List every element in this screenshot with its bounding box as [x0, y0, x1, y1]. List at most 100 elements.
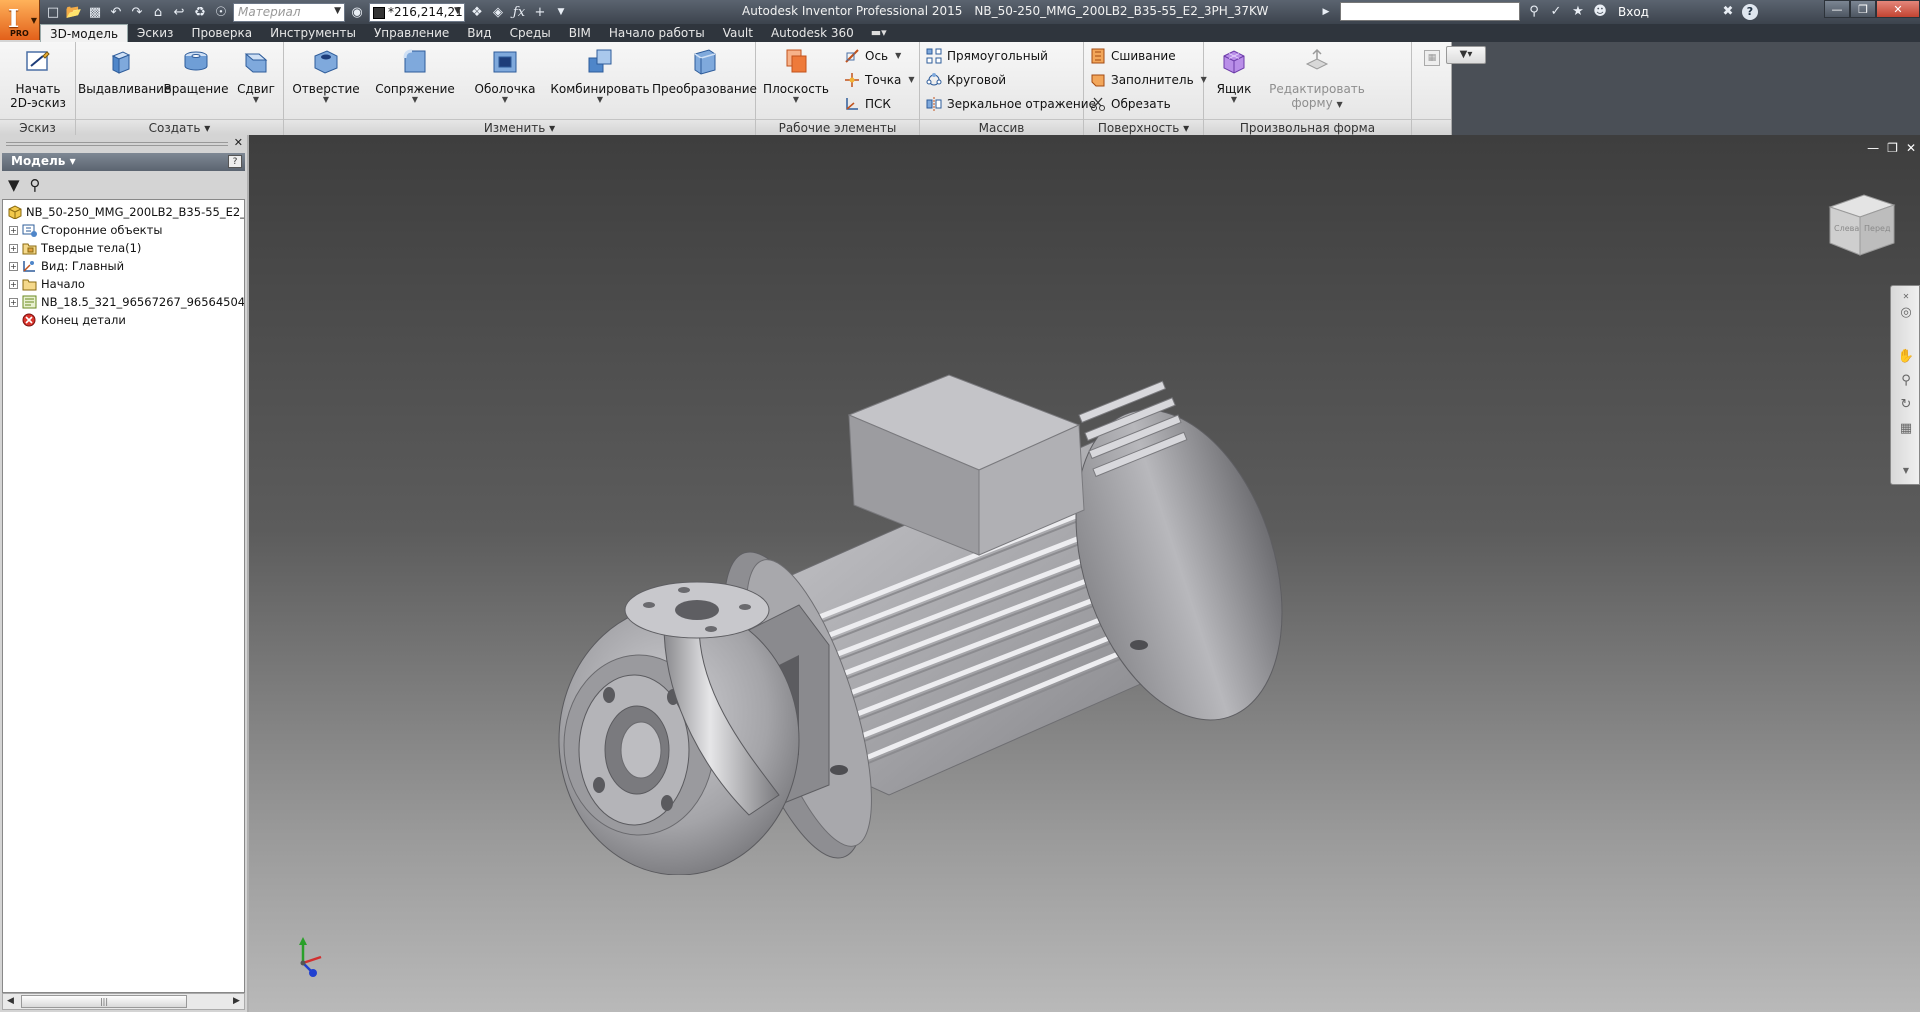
- browser-help-icon[interactable]: ?: [228, 155, 242, 168]
- browser-horizontal-scrollbar[interactable]: ◀ ||| ▶: [2, 993, 245, 1010]
- graphics-viewport[interactable]: — ❐ ✕ Слева Перед ✕ ◎ ✋ ⚲ ↻ ▦ ▼: [247, 135, 1920, 1012]
- viewport-close-icon[interactable]: ✕: [1906, 141, 1916, 155]
- measure-icon[interactable]: +: [531, 3, 549, 21]
- material-select[interactable]: Материал ▼: [233, 2, 345, 22]
- tab-inspect[interactable]: Проверка: [182, 24, 261, 42]
- tab-environments[interactable]: Среды: [501, 24, 560, 42]
- steering-wheel-icon[interactable]: ◎: [1897, 304, 1915, 322]
- point-button[interactable]: Точка ▼: [844, 72, 915, 88]
- panel-title-modify[interactable]: Изменить ▾: [284, 119, 755, 135]
- tree-node-end-of-part[interactable]: Конец детали: [22, 311, 126, 329]
- expand-icon[interactable]: +: [9, 261, 18, 271]
- tab-autodesk-360[interactable]: Autodesk 360: [762, 24, 863, 42]
- scroll-left-icon[interactable]: ◀: [3, 994, 18, 1009]
- viewport-restore-icon[interactable]: ❐: [1887, 141, 1898, 155]
- tree-node-origin[interactable]: + Начало: [9, 275, 85, 293]
- tab-bim[interactable]: BIM: [560, 24, 600, 42]
- adjust-icon[interactable]: ◈: [489, 3, 507, 21]
- scroll-right-icon[interactable]: ▶: [229, 994, 244, 1009]
- panel-title-create[interactable]: Создать ▾: [76, 119, 283, 135]
- tree-node-root[interactable]: NB_50-250_MMG_200LB2_B35-55_E2_3PH_37KW: [7, 203, 244, 221]
- find-binoculars-icon[interactable]: ⚲: [30, 176, 41, 194]
- patch-button[interactable]: Заполнитель ▼: [1090, 72, 1207, 88]
- binoculars-icon[interactable]: ⚲: [1526, 4, 1542, 19]
- box-button[interactable]: Ящик ▼: [1206, 46, 1262, 104]
- extrude-button[interactable]: Выдавливание: [78, 46, 171, 96]
- tree-node-view[interactable]: + Вид: Главный: [9, 257, 124, 275]
- plane-button[interactable]: Плоскость ▼: [760, 46, 832, 104]
- tree-node-third-party[interactable]: + Сторонние объекты: [9, 221, 162, 239]
- browser-grip[interactable]: ✕: [2, 136, 245, 151]
- expand-icon[interactable]: +: [9, 279, 18, 289]
- customize-icon[interactable]: ▼: [552, 3, 570, 21]
- pan-hand-icon[interactable]: ✋: [1897, 348, 1915, 366]
- help-search-input[interactable]: [1340, 2, 1520, 21]
- pump-model-3d[interactable]: [449, 325, 1309, 875]
- subscription-icon[interactable]: ✓: [1548, 4, 1564, 19]
- orbit-icon[interactable]: ↻: [1897, 396, 1915, 414]
- tab-3d-model[interactable]: 3D-модель: [40, 24, 129, 42]
- hole-button[interactable]: Отверстие ▼: [284, 46, 368, 104]
- zoom-icon[interactable]: ⚲: [1897, 372, 1915, 390]
- tab-get-started[interactable]: Начало работы: [600, 24, 714, 42]
- close-browser-icon[interactable]: ✕: [234, 136, 243, 149]
- circular-pattern-button[interactable]: Круговой: [926, 72, 1006, 88]
- tab-tools[interactable]: Инструменты: [261, 24, 365, 42]
- combine-button[interactable]: Комбинировать ▼: [548, 46, 652, 104]
- start-2d-sketch-button[interactable]: Начать 2D-эскиз: [4, 46, 72, 110]
- look-at-icon[interactable]: ▦: [1897, 420, 1915, 438]
- appearance-icon[interactable]: ◉: [348, 3, 366, 21]
- viewcube-left-face[interactable]: Слева: [1834, 224, 1859, 233]
- mirror-button[interactable]: Зеркальное отражение: [926, 96, 1096, 112]
- appearance-select[interactable]: *216,214,21 ▼: [369, 2, 465, 22]
- exchange-icon[interactable]: ✖: [1720, 4, 1736, 19]
- tab-sketch[interactable]: Эскиз: [128, 24, 182, 42]
- rectangular-pattern-button[interactable]: Прямоугольный: [926, 48, 1048, 64]
- tab-vault[interactable]: Vault: [714, 24, 762, 42]
- tab-view[interactable]: Вид: [458, 24, 500, 42]
- stitch-button[interactable]: Сшивание: [1090, 48, 1176, 64]
- favorites-star-icon[interactable]: ★: [1570, 4, 1586, 19]
- restore-icon[interactable]: ❐: [1850, 0, 1876, 18]
- viewcube[interactable]: Слева Перед: [1820, 185, 1900, 265]
- update-icon[interactable]: ♻: [191, 3, 209, 21]
- return-icon[interactable]: ↩: [170, 3, 188, 21]
- scrollbar-thumb[interactable]: |||: [21, 995, 187, 1008]
- expand-icon[interactable]: +: [9, 225, 18, 235]
- select-icon[interactable]: ☉: [212, 3, 230, 21]
- chevron-right-icon[interactable]: ▶: [1318, 7, 1334, 17]
- open-icon[interactable]: 📂: [65, 3, 83, 21]
- navbar-options-icon[interactable]: ▼: [1897, 462, 1915, 480]
- redo-icon[interactable]: ↷: [128, 3, 146, 21]
- ribbon-display-toggle-icon[interactable]: ▬▾: [863, 24, 895, 42]
- minimize-icon[interactable]: —: [1824, 0, 1850, 18]
- panel-title-surface[interactable]: Поверхность ▾: [1084, 119, 1203, 135]
- expand-icon[interactable]: +: [9, 243, 18, 253]
- revolve-button[interactable]: Вращение: [162, 46, 230, 96]
- ucs-button[interactable]: ПСК: [844, 96, 891, 112]
- viewport-minimize-icon[interactable]: —: [1867, 141, 1879, 155]
- browser-header[interactable]: Модель ▾ ?: [2, 153, 245, 171]
- close-icon[interactable]: ✕: [1876, 0, 1920, 18]
- convert-icon[interactable]: ▦: [1424, 50, 1440, 66]
- fillet-button[interactable]: Сопряжение ▼: [368, 46, 462, 104]
- viewcube-front-face[interactable]: Перед: [1864, 224, 1891, 233]
- trim-button[interactable]: Обрезать: [1090, 96, 1171, 112]
- undo-icon[interactable]: ↶: [107, 3, 125, 21]
- ribbon-options-icon[interactable]: ▼▾: [1446, 46, 1486, 64]
- tree-node-solid-bodies[interactable]: + Твердые тела(1): [9, 239, 141, 257]
- shell-button[interactable]: Оболочка ▼: [462, 46, 548, 104]
- sweep-button[interactable]: Сдвиг ▼: [230, 46, 282, 104]
- help-icon[interactable]: ?: [1742, 3, 1758, 20]
- edit-form-button[interactable]: Редактировать форму ▼: [1262, 46, 1372, 110]
- filter-icon[interactable]: ▼: [8, 176, 20, 194]
- home-icon[interactable]: ⌂: [149, 3, 167, 21]
- transform-button[interactable]: Преобразование: [652, 46, 757, 96]
- clear-appearance-icon[interactable]: ❖: [468, 3, 486, 21]
- tree-node-derived-part[interactable]: + NB_18.5_321_96567267_96564504_MMG: [9, 293, 244, 311]
- application-menu-button[interactable]: I PRO ▼: [0, 0, 40, 40]
- save-icon[interactable]: ▩: [86, 3, 104, 21]
- sign-in-link[interactable]: Вход: [1618, 5, 1714, 19]
- fx-icon[interactable]: ƒx: [510, 3, 528, 21]
- new-icon[interactable]: □: [44, 3, 62, 21]
